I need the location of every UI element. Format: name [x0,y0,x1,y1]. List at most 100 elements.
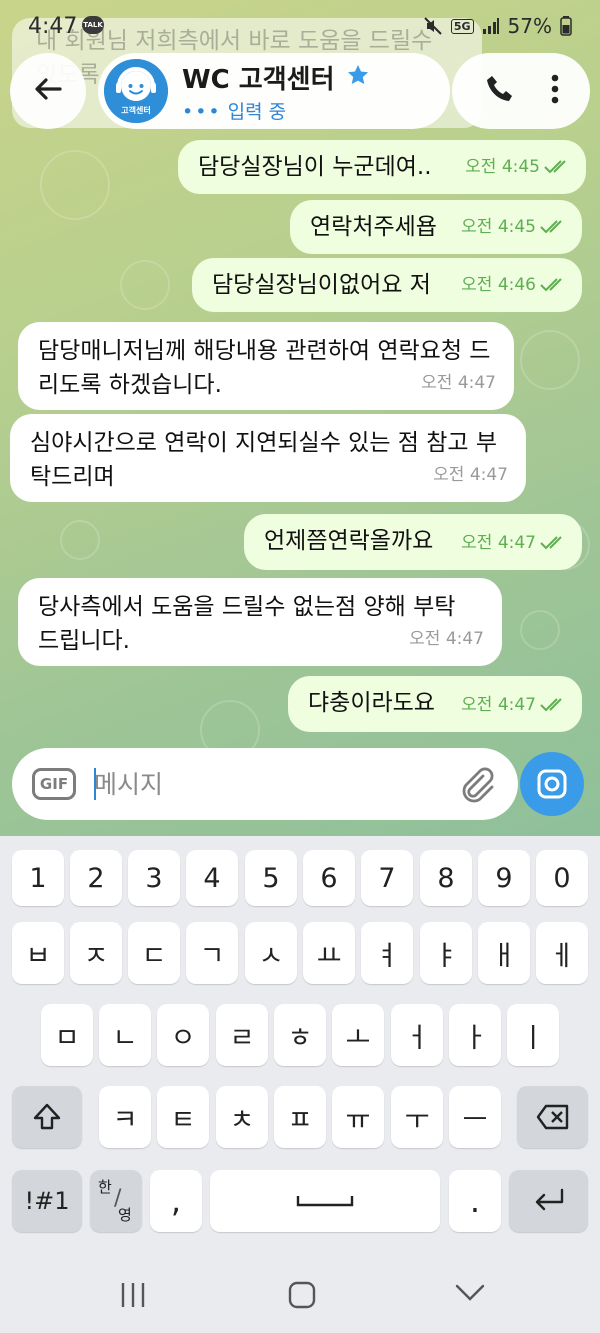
message-bubble-outgoing[interactable]: 담당실장님이없어요 저 오전 4:46 [192,258,582,312]
key-0[interactable]: 0 [536,850,588,906]
key-j[interactable]: ㅈ [70,922,122,984]
key-7[interactable]: 7 [361,850,413,906]
back-button[interactable] [10,53,86,129]
message-time: 오전 4:45 [461,210,568,244]
chat-title-bar[interactable]: 고객센터 WC 고객센터 ••• 입력 중 [98,53,450,129]
key-u[interactable]: ㅜ [391,1086,443,1148]
symbols-key[interactable]: !#1 [12,1170,82,1232]
key-8[interactable]: 8 [420,850,472,906]
avatar[interactable]: 고객센터 [104,59,168,123]
lang-label-top: 한 [98,1178,112,1196]
recent-apps-icon [121,1283,145,1307]
double-check-icon [540,698,562,712]
phone-call-button[interactable] [483,72,517,110]
message-bubble-outgoing[interactable]: 연락처주세욥 오전 4:45 [290,200,582,254]
message-input[interactable] [94,762,444,806]
status-bar: 4:47 TALK 5G 57% [0,0,600,56]
message-time: 오전 4:47 [409,629,484,649]
system-navigation-bar [0,1258,600,1333]
key-4[interactable]: 4 [186,850,238,906]
verified-star-icon [346,63,370,91]
keyboard: 1 2 3 4 5 6 7 8 9 0 ㅂ ㅈ ㄷ ㄱ ㅅ ㅛ ㅕ ㅑ ㅐ ㅔ … [0,836,600,1258]
shift-arrow-icon [33,1103,61,1130]
key-h[interactable]: ㅎ [274,1004,326,1066]
key-9[interactable]: 9 [478,850,530,906]
key-e[interactable]: ㅔ [536,922,588,984]
message-bubble-incoming[interactable]: 당사측에서 도움을 드릴수 없는점 양해 부탁 드립니다. 오전 4:47 [18,578,502,666]
double-check-icon [540,278,562,292]
key-ch[interactable]: ㅊ [216,1086,268,1148]
network-5g-icon: 5G [450,18,474,34]
back-nav-button[interactable] [454,1282,486,1308]
more-options-button[interactable] [550,73,560,109]
header-actions [452,53,590,129]
key-6[interactable]: 6 [303,850,355,906]
message-bubble-incoming[interactable]: 심야시간으로 연락이 지연되실수 있는 점 참고 부탁드리며 오전 4:47 [10,414,526,502]
key-s[interactable]: ㅅ [245,922,297,984]
typing-dots-icon: ••• [182,101,222,123]
shift-key[interactable] [12,1086,82,1148]
paperclip-icon [462,767,494,803]
space-icon [296,1196,354,1207]
message-time: 오전 4:46 [461,268,568,302]
enter-key[interactable] [509,1170,588,1232]
key-1[interactable]: 1 [12,850,64,906]
key-yo[interactable]: ㅛ [303,922,355,984]
message-text: 담당실장님이없어요 저 [212,272,431,298]
key-g[interactable]: ㄱ [186,922,238,984]
key-k[interactable]: ㅋ [99,1086,151,1148]
message-text: 담당실장님이 누군데여.. [198,154,432,180]
key-p[interactable]: ㅍ [274,1086,326,1148]
battery-icon [560,16,572,36]
message-time: 오전 4:47 [433,465,508,485]
key-ieung[interactable]: ㅇ [157,1004,209,1066]
key-ya[interactable]: ㅑ [420,922,472,984]
typing-status: 입력 중 [227,101,287,123]
avatar-label: 고객센터 [121,106,151,115]
key-ae[interactable]: ㅐ [478,922,530,984]
key-m[interactable]: ㅁ [41,1004,93,1066]
key-i[interactable]: ㅣ [507,1004,559,1066]
key-2[interactable]: 2 [70,850,122,906]
key-b[interactable]: ㅂ [12,922,64,984]
key-a[interactable]: ㅏ [449,1004,501,1066]
period-key[interactable]: . [449,1170,501,1232]
battery-percent: 57% [507,14,552,38]
message-text: 당사측에서 도움을 드릴수 없는점 양해 부탁 드립니다. [38,594,456,654]
comma-key[interactable]: , [150,1170,202,1232]
key-eu[interactable]: ㅡ [449,1086,501,1148]
arrow-left-icon [32,73,64,109]
key-eo[interactable]: ㅓ [391,1004,443,1066]
language-switch-key[interactable]: 한 / 영 [90,1170,142,1232]
attach-button[interactable] [456,764,496,808]
message-bubble-incoming[interactable]: 담당매니저님께 해당내용 관련하여 연락요청 드리도록 하겠습니다. 오전 4:… [18,322,514,410]
key-3[interactable]: 3 [128,850,180,906]
status-time: 4:47 [28,14,78,39]
chevron-down-icon [455,1284,485,1301]
recent-apps-button[interactable] [118,1280,148,1314]
space-key[interactable] [210,1170,440,1232]
message-composer: GIF [12,748,518,820]
gif-button[interactable]: GIF [32,768,76,800]
message-bubble-outgoing[interactable]: 언제쯤연락올까요 오전 4:47 [244,514,582,570]
key-r[interactable]: ㄹ [216,1004,268,1066]
backspace-icon [536,1104,568,1130]
backspace-key[interactable] [517,1086,588,1148]
key-yu[interactable]: ㅠ [332,1086,384,1148]
double-check-icon [540,220,562,234]
key-o[interactable]: ㅗ [332,1004,384,1066]
message-text: 댜충이라도요 [308,690,435,716]
key-5[interactable]: 5 [245,850,297,906]
message-time: 오전 4:47 [461,526,568,560]
mute-icon [423,16,443,36]
key-n[interactable]: ㄴ [99,1004,151,1066]
key-d[interactable]: ㄷ [128,922,180,984]
text-caret [94,768,96,800]
key-t[interactable]: ㅌ [157,1086,209,1148]
home-button[interactable] [287,1280,317,1314]
message-bubble-outgoing[interactable]: 담당실장님이 누군데여.. 오전 4:45 [178,140,586,194]
double-check-icon [544,160,566,174]
message-bubble-outgoing[interactable]: 댜충이라도요 오전 4:47 [288,676,582,732]
camera-button[interactable] [520,752,584,816]
key-yeo[interactable]: ㅕ [361,922,413,984]
